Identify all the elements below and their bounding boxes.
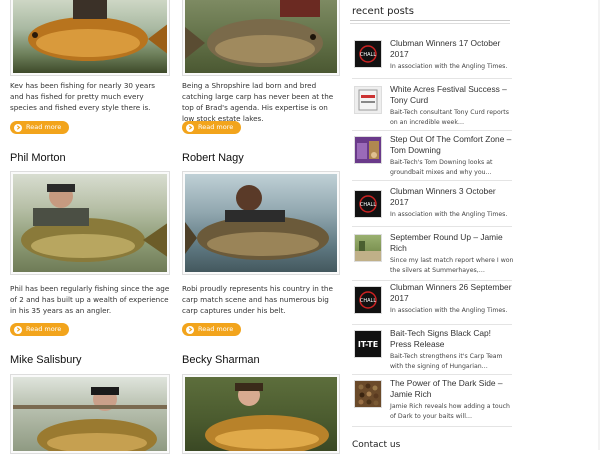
thumb-logo-text: CHALL xyxy=(360,52,376,58)
read-more-button[interactable]: Read more xyxy=(182,121,242,134)
read-more-label: Read more xyxy=(198,123,234,131)
post-excerpt: Bait-Tech consultant Tony Curd reports o… xyxy=(390,109,509,126)
read-more-button[interactable]: Read more xyxy=(10,323,70,336)
recent-post-item[interactable]: The Power of The Dark Side – Jamie Rich … xyxy=(352,376,512,427)
sidebar-title: recent posts xyxy=(352,6,414,17)
landscape-icon[interactable] xyxy=(354,234,382,262)
angler-photo[interactable] xyxy=(10,171,170,275)
challenge-logo-icon[interactable]: CHALL xyxy=(354,190,382,218)
post-excerpt: Since my last match report where I won t… xyxy=(390,257,514,274)
angler-photo[interactable] xyxy=(182,0,340,76)
post-title-link[interactable]: Clubman Winners 26 September 2017 xyxy=(390,282,514,304)
carp-catch-illustration xyxy=(13,387,167,451)
thumb-logo-text: CHALL xyxy=(360,298,376,304)
angler-name[interactable]: Becky Sharman xyxy=(182,354,260,366)
carp-catch-illustration xyxy=(205,383,329,451)
recent-post-item[interactable]: CHALL Clubman Winners 3 October 2017 In … xyxy=(352,184,512,227)
bait-bag-icon[interactable] xyxy=(354,86,382,114)
recent-post-item[interactable]: September Round Up – Jamie Rich Since my… xyxy=(352,230,514,281)
angler-photo[interactable] xyxy=(10,0,170,76)
recent-post-item[interactable]: Step Out Of The Comfort Zone – Tom Downi… xyxy=(352,132,512,181)
angler-description: Phil has been regularly fishing since th… xyxy=(10,284,170,315)
pellets-icon[interactable] xyxy=(354,380,382,408)
contact-us-heading[interactable]: Contact us xyxy=(352,440,400,450)
post-excerpt: Bait-Tech strengthens it's Carp Team wit… xyxy=(390,353,503,370)
post-excerpt: Jamie Rich reveals how adding a touch of… xyxy=(390,403,510,420)
recent-post-item[interactable]: CHALL Clubman Winners 26 September 2017 … xyxy=(352,282,512,325)
post-title-link[interactable]: Step Out Of The Comfort Zone – Tom Downi… xyxy=(390,134,514,156)
read-more-button[interactable]: Read more xyxy=(10,121,70,134)
thumb-logo-text: CHALL xyxy=(360,202,376,208)
post-title-link[interactable]: The Power of The Dark Side – Jamie Rich xyxy=(390,378,514,400)
angler-name[interactable]: Phil Morton xyxy=(10,152,66,164)
chevron-right-icon xyxy=(14,123,22,132)
baittech-logo-icon[interactable]: IT-TE xyxy=(354,330,382,358)
carp-catch-illustration xyxy=(28,0,167,61)
post-title-link[interactable]: Bait-Tech Signs Black Cap! Press Release xyxy=(390,328,514,350)
post-title-link[interactable]: White Acres Festival Success – Tony Curd xyxy=(390,84,514,106)
chevron-right-icon xyxy=(14,325,22,334)
challenge-logo-icon[interactable]: CHALL xyxy=(354,40,382,68)
carp-catch-illustration xyxy=(185,185,329,260)
angler-photo[interactable] xyxy=(182,171,340,275)
carp-catch-illustration xyxy=(21,184,167,262)
angler-photo[interactable] xyxy=(182,374,340,454)
angler-name[interactable]: Mike Salisbury xyxy=(10,354,82,366)
post-excerpt: Bait-Tech's Tom Downing looks at groundb… xyxy=(390,159,493,176)
chevron-right-icon xyxy=(186,123,194,132)
carp-catch-illustration xyxy=(185,0,323,67)
recent-post-item[interactable]: CHALL Clubman Winners 17 October 2017 In… xyxy=(352,36,512,79)
read-more-button[interactable]: Read more xyxy=(182,323,242,336)
recent-post-item[interactable]: IT-TE Bait-Tech Signs Black Cap! Press R… xyxy=(352,326,512,375)
angler-description: Robi proudly represents his country in t… xyxy=(182,284,333,315)
angler-description: Kev has been fishing for nearly 30 years… xyxy=(10,81,156,112)
angler-name[interactable]: Robert Nagy xyxy=(182,152,244,164)
post-title-link[interactable]: Clubman Winners 17 October 2017 xyxy=(390,38,514,60)
sidebar-divider xyxy=(350,20,510,24)
post-title-link[interactable]: Clubman Winners 3 October 2017 xyxy=(390,186,514,208)
thumb-bt-text: IT-TE xyxy=(358,340,378,349)
angler-description: Being a Shropshire lad born and bred cat… xyxy=(182,81,334,123)
angler-photo[interactable] xyxy=(10,374,170,454)
read-more-label: Read more xyxy=(198,325,234,333)
post-excerpt: In association with the Angling Times. xyxy=(390,63,508,70)
read-more-label: Read more xyxy=(26,325,62,333)
post-title-link[interactable]: September Round Up – Jamie Rich xyxy=(390,232,514,254)
post-excerpt: In association with the Angling Times. xyxy=(390,211,508,218)
post-excerpt: In association with the Angling Times. xyxy=(390,307,508,314)
chevron-right-icon xyxy=(186,325,194,334)
challenge-logo-icon[interactable]: CHALL xyxy=(354,286,382,314)
read-more-label: Read more xyxy=(26,123,62,131)
recent-post-item[interactable]: White Acres Festival Success – Tony Curd… xyxy=(352,82,512,131)
groundbait-icon[interactable] xyxy=(354,136,382,164)
recent-posts-sidebar: recent posts CHALL Clubman Winners 17 Oc… xyxy=(348,0,514,450)
page: Kev has been fishing for nearly 30 years… xyxy=(0,0,600,454)
